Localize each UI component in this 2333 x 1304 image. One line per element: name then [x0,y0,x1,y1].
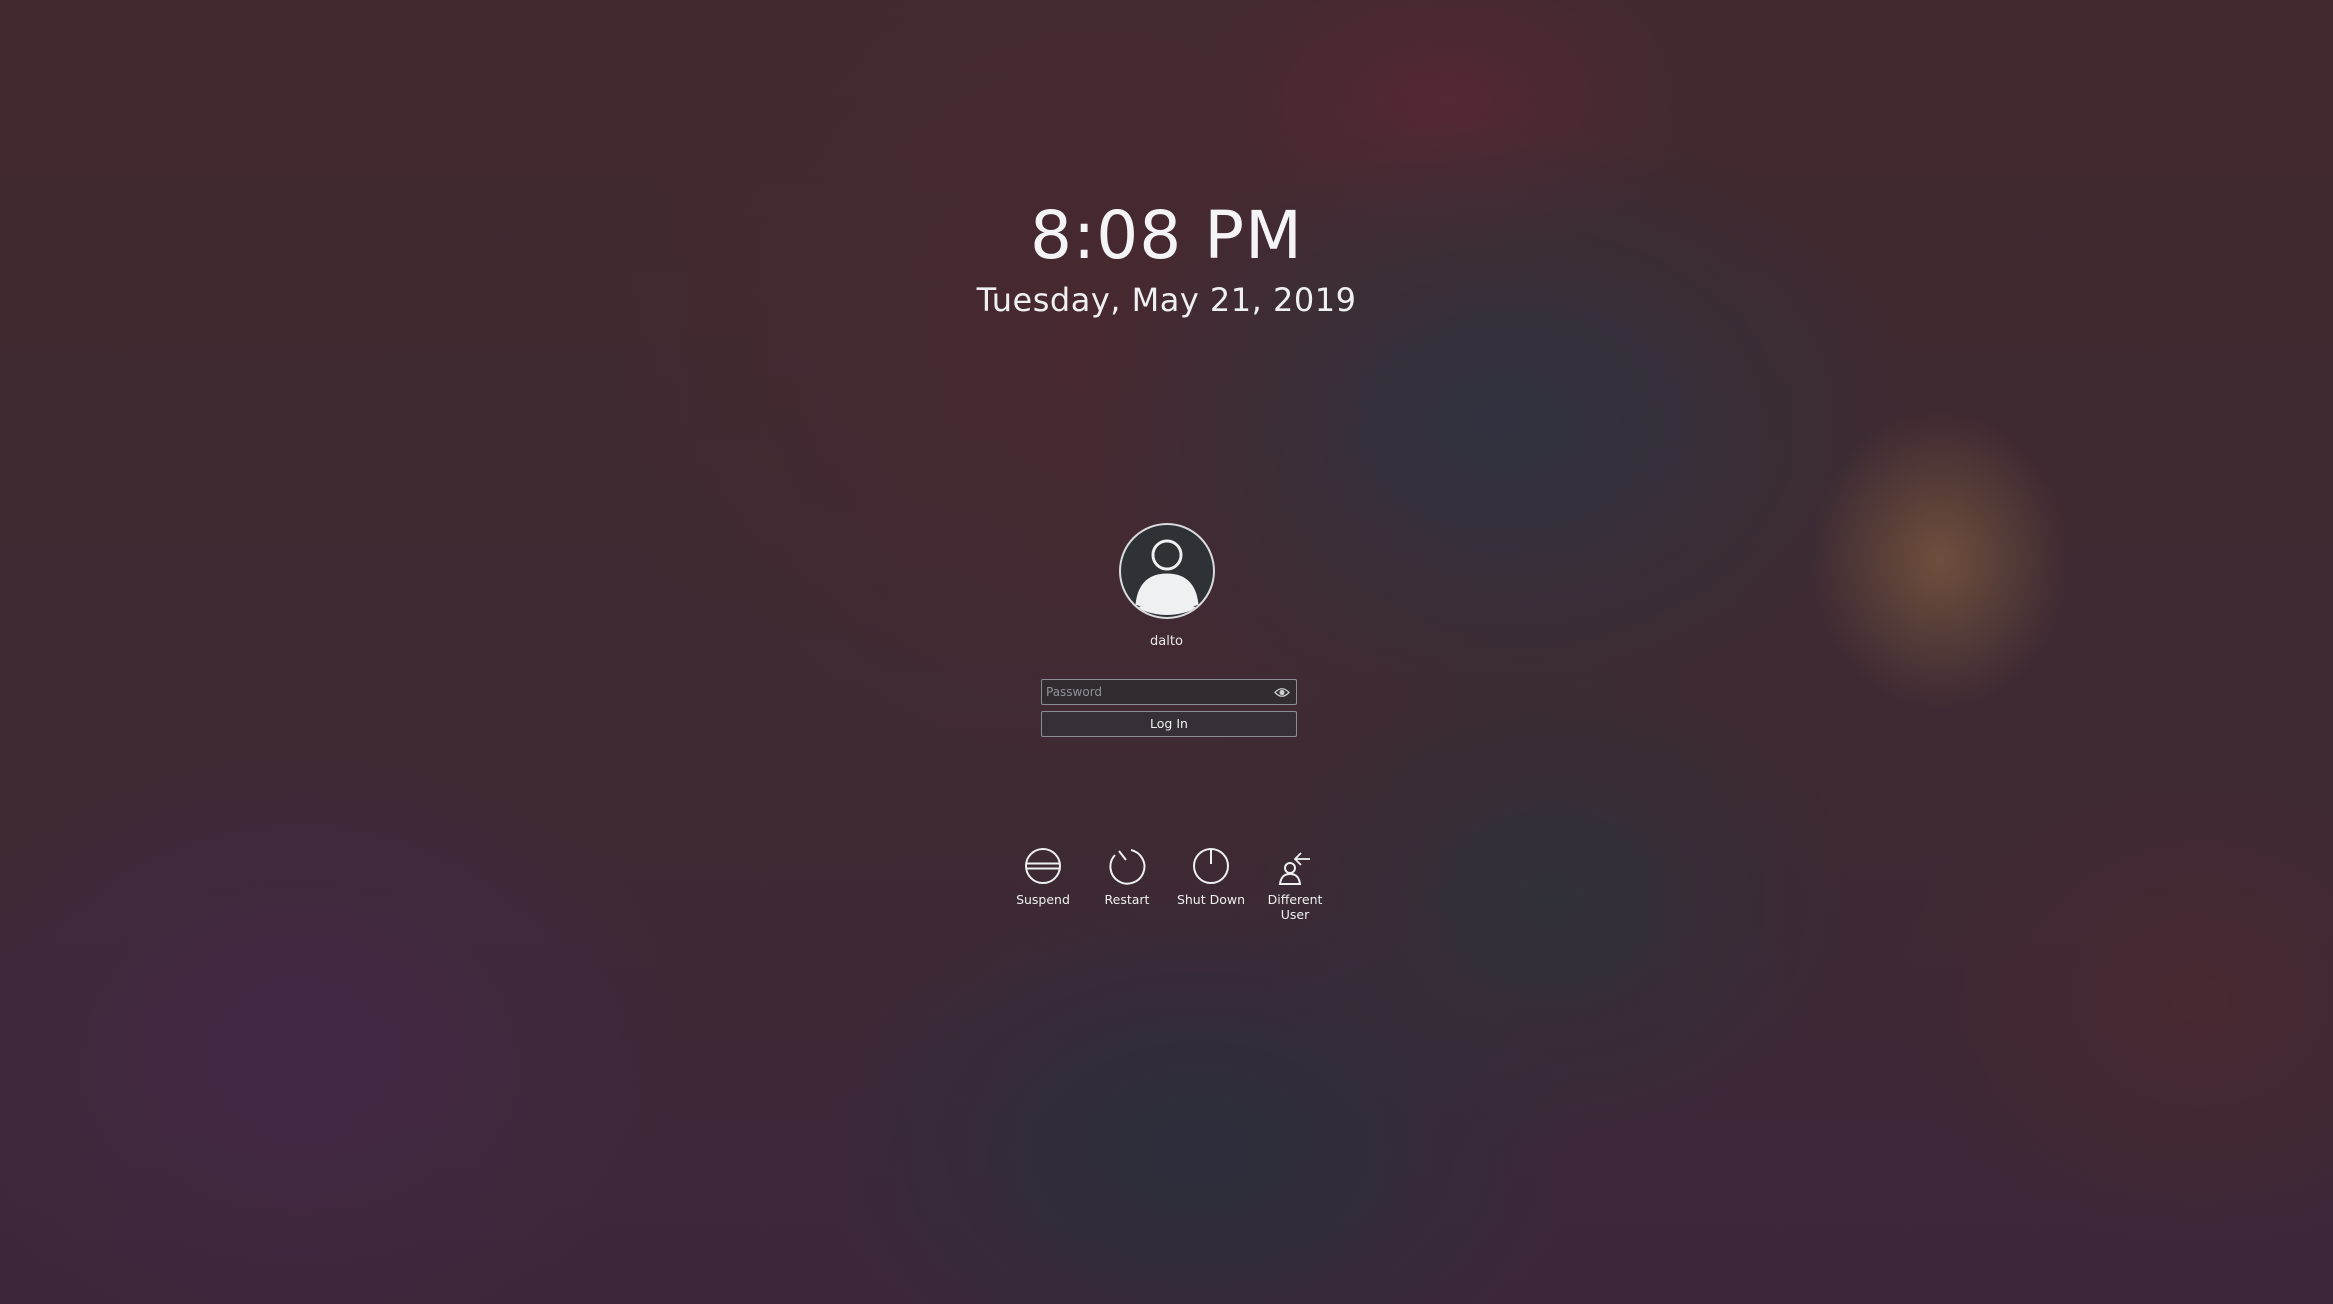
shutdown-label: Shut Down [1176,892,1246,907]
password-input[interactable] [1046,682,1264,702]
password-field[interactable] [1041,679,1297,705]
clock-date: Tuesday, May 21, 2019 [976,281,1357,319]
shutdown-button[interactable]: Shut Down [1169,846,1253,907]
user-silhouette-icon [1135,539,1199,615]
restart-label: Restart [1104,892,1150,907]
lock-screen: 8:08 PM Tuesday, May 21, 2019 dalto Log … [0,0,2333,1304]
username-label: dalto [1150,634,1183,649]
user-avatar [1119,523,1215,619]
suspend-button[interactable]: Suspend [1001,846,1085,907]
restart-button[interactable]: Restart [1085,846,1169,907]
restart-icon [1109,849,1146,885]
login-button[interactable]: Log In [1041,711,1297,737]
switch-user-icon [1278,852,1310,885]
suspend-icon [1025,848,1061,884]
suspend-label: Suspend [1016,892,1070,907]
different-user-label: Different User [1267,892,1323,922]
different-user-button[interactable]: Different User [1253,846,1337,922]
eye-icon[interactable] [1274,686,1290,699]
power-icon [1193,848,1229,884]
clock-time: 8:08 PM [1030,197,1303,274]
